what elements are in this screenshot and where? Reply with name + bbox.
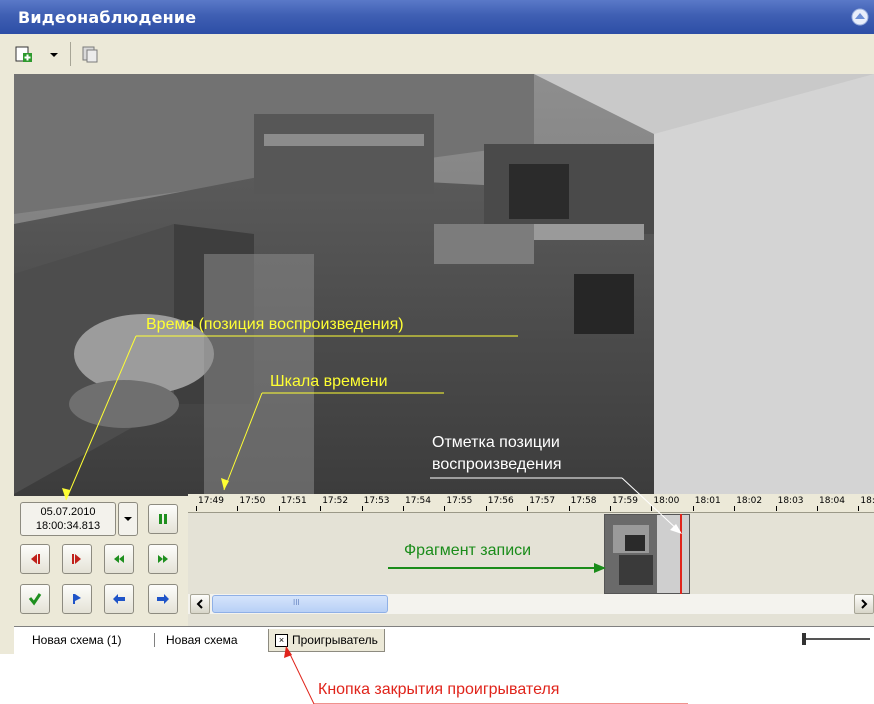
annotation-time-position: Время (позиция воспроизведения)	[146, 316, 404, 333]
pause-icon	[159, 514, 167, 524]
pause-button[interactable]	[148, 504, 178, 534]
chevron-down-icon	[124, 517, 132, 521]
time-tick	[485, 506, 487, 511]
step-forward-button[interactable]	[62, 544, 92, 574]
scroll-left-button[interactable]	[190, 594, 210, 614]
time-tick	[527, 506, 529, 511]
time-value: 18:00:34.813	[35, 520, 101, 532]
date-value: 05.07.2010	[40, 506, 96, 518]
time-tick-label: 17:50	[239, 496, 266, 506]
time-tick-label: 17:56	[487, 496, 514, 506]
dropdown-arrow-icon[interactable]	[44, 44, 64, 64]
time-tick-label: 17:53	[363, 496, 390, 506]
timeline-scrollbar[interactable]: III	[188, 594, 874, 614]
toolbar-separator	[70, 42, 71, 66]
add-icon[interactable]	[14, 44, 34, 64]
schema-tab-bar: Новая схема (1) Новая схема × Проигрывате…	[14, 626, 874, 655]
next-icon	[157, 594, 169, 604]
time-tick-label: 17:54	[405, 496, 431, 506]
zoom-slider-knob[interactable]	[802, 633, 806, 645]
time-tick-label: 18:03	[777, 496, 804, 506]
time-tick	[196, 506, 197, 511]
rewind-icon	[114, 555, 124, 563]
time-tick	[692, 506, 694, 511]
play-button[interactable]	[62, 584, 92, 614]
toolbar	[0, 34, 874, 72]
chevron-left-icon	[196, 599, 203, 609]
title-bar: Видеонаблюдение	[0, 0, 874, 34]
play-icon	[73, 594, 81, 604]
playback-position-marker[interactable]	[680, 514, 682, 594]
time-tick	[444, 506, 446, 511]
time-tick-label: 18:00	[653, 496, 680, 506]
fast-forward-button[interactable]	[148, 544, 178, 574]
annotation-fragment: Фрагмент записи	[404, 542, 532, 559]
time-tick	[320, 506, 322, 511]
datetime-field[interactable]: 05.07.2010 18:00:34.813	[20, 502, 116, 536]
time-tick	[775, 506, 777, 511]
annotation-marker-line2: воспроизведения	[432, 456, 562, 473]
time-ruler[interactable]: 17:49 17:50 17:51 17:52 17:53 17:54 17:55 17:56…	[188, 494, 874, 513]
time-tick	[403, 506, 404, 511]
calendar-dropdown-button[interactable]	[118, 502, 138, 536]
camera-video-frame[interactable]	[14, 74, 874, 496]
time-tick-label: 17:52	[322, 496, 349, 506]
recording-fragment[interactable]	[604, 514, 690, 594]
next-button[interactable]	[148, 584, 178, 614]
time-tick-label: 17:51	[280, 496, 307, 506]
zoom-slider-track[interactable]	[804, 638, 870, 640]
time-tick-label: 18:01	[694, 496, 721, 506]
fast-forward-icon	[158, 555, 168, 563]
scroll-thumb-grip: III	[293, 598, 300, 607]
tab-new-schema[interactable]: Новая схема	[160, 629, 244, 651]
tab-new-schema-1[interactable]: Новая схема (1)	[26, 629, 128, 651]
close-icon[interactable]: ×	[275, 634, 288, 648]
time-tick-label: 17:57	[529, 496, 556, 506]
time-tick-label: 17:49	[198, 496, 224, 506]
annotation-marker-line1: Отметка позиции	[432, 434, 560, 451]
tab-player[interactable]: × Проигрыватель	[268, 629, 385, 652]
time-tick-label: 18:	[860, 496, 874, 506]
pin-icon[interactable]	[850, 7, 870, 27]
download-button[interactable]	[20, 584, 50, 614]
time-tick	[858, 506, 860, 511]
time-tick-label: 17:58	[570, 496, 597, 506]
step-back-button[interactable]	[20, 544, 50, 574]
time-tick	[651, 506, 653, 511]
scroll-right-button[interactable]	[854, 594, 874, 614]
time-tick-label: 17:59	[612, 496, 638, 506]
time-tick	[361, 506, 363, 511]
scroll-thumb[interactable]: III	[212, 595, 388, 613]
time-tick-label: 17:55	[446, 496, 473, 506]
chevron-right-icon	[861, 599, 868, 609]
time-tick	[610, 506, 611, 511]
timeline[interactable]: 17:49 17:50 17:51 17:52 17:53 17:54 17:55 17:56…	[188, 494, 874, 626]
copy-icon[interactable]	[80, 44, 100, 64]
tab-separator	[154, 633, 155, 647]
prev-button[interactable]	[104, 584, 134, 614]
time-tick	[278, 506, 280, 511]
time-tick-label: 18:04	[819, 496, 845, 506]
time-tick	[237, 506, 239, 511]
annotation-close-button: Кнопка закрытия проигрывателя	[318, 681, 560, 698]
step-forward-icon	[72, 554, 81, 564]
tab-player-label: Проигрыватель	[292, 633, 378, 647]
prev-icon	[113, 594, 125, 604]
rewind-button[interactable]	[104, 544, 134, 574]
download-icon	[28, 593, 42, 606]
step-back-icon	[31, 554, 40, 564]
annotation-timescale: Шкала времени	[270, 373, 388, 390]
time-tick-label: 18:02	[736, 496, 763, 506]
time-tick	[734, 506, 736, 511]
time-tick	[568, 506, 570, 511]
time-tick	[817, 506, 818, 511]
window-title: Видеонаблюдение	[18, 8, 197, 27]
